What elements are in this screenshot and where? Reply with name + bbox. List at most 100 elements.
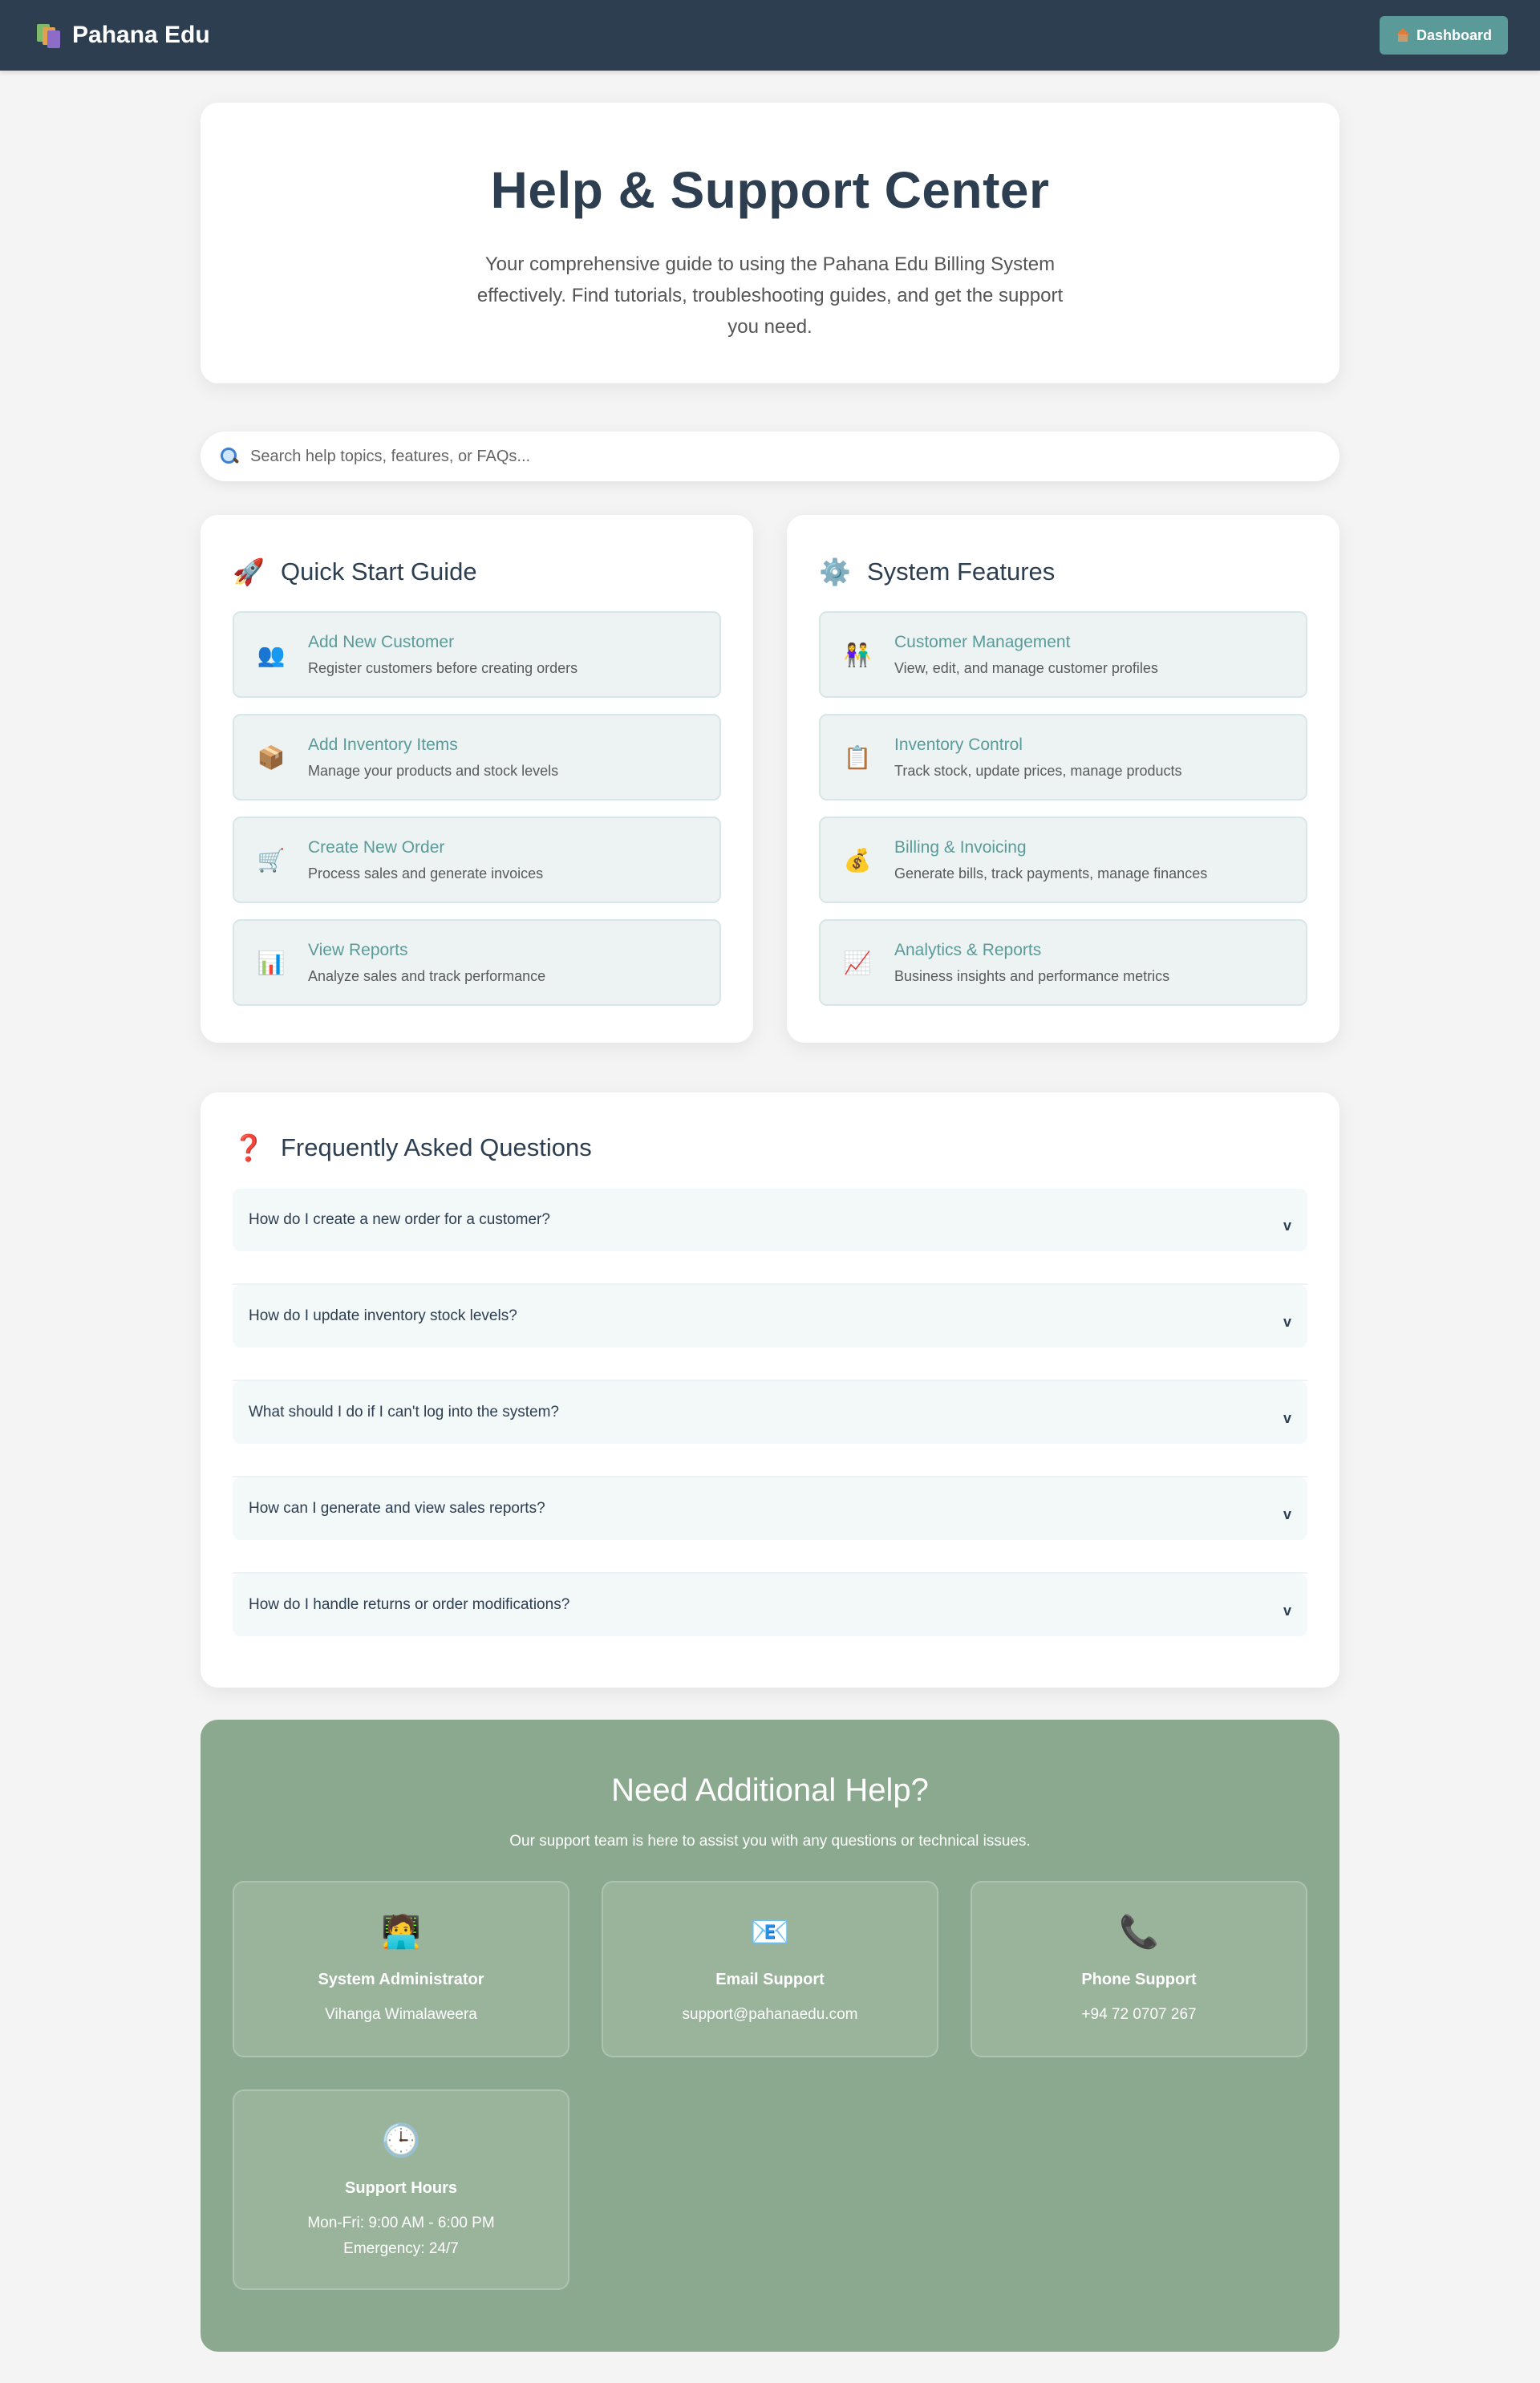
quick-start-panel: 🚀 Quick Start Guide 👥 Add New Customer R… — [201, 515, 753, 1043]
contact-value: Vihanga Wimalaweera — [325, 2006, 477, 2023]
chevron-down-icon: v — [1283, 1506, 1291, 1522]
email-icon: 📧 — [750, 1915, 790, 1950]
faq-question-toggle[interactable]: How can I generate and view sales report… — [233, 1477, 1307, 1540]
feature-item-desc: Business insights and performance metric… — [894, 967, 1170, 984]
additional-help-section: Need Additional Help? Our support team i… — [201, 1720, 1339, 2352]
guide-item-desc: Analyze sales and track performance — [308, 967, 546, 984]
guide-item-title: View Reports — [308, 940, 408, 959]
faq-item: How can I generate and view sales report… — [233, 1477, 1307, 1574]
contact-title: Support Hours — [345, 2179, 457, 2197]
page-subtitle: Your comprehensive guide to using the Pa… — [476, 253, 1064, 338]
contact-card-phone[interactable]: 📞 Phone Support +94 72 0707 267 — [971, 1881, 1307, 2057]
brand[interactable]: Pahana Edu — [35, 22, 210, 49]
question-icon: ❓ — [233, 1133, 265, 1162]
contact-card-hours: 🕒 Support Hours Mon-Fri: 9:00 AM - 6:00 … — [233, 2089, 569, 2290]
faq-question-toggle[interactable]: How do I create a new order for a custom… — [233, 1189, 1307, 1251]
guide-item-title: Add New Customer — [308, 632, 455, 651]
contact-phone[interactable]: +94 72 0707 267 — [972, 2002, 1306, 2028]
faq-question-toggle[interactable]: How do I update inventory stock levels? … — [233, 1285, 1307, 1348]
feature-item-desc: Track stock, update prices, manage produ… — [894, 762, 1182, 779]
people-icon: 👫 — [843, 642, 872, 667]
trend-chart-icon: 📈 — [843, 950, 872, 975]
search-input[interactable] — [250, 447, 1339, 466]
faq-question: How can I generate and view sales report… — [249, 1500, 545, 1517]
hero-card: Help & Support Center Your comprehensive… — [201, 103, 1339, 383]
chevron-down-icon: v — [1283, 1602, 1291, 1619]
phone-icon: 📞 — [1119, 1915, 1159, 1950]
search-bar[interactable] — [201, 432, 1339, 481]
rocket-icon: 🚀 — [233, 557, 265, 586]
quick-start-header: 🚀 Quick Start Guide — [233, 557, 721, 587]
brand-name: Pahana Edu — [72, 22, 210, 48]
guide-item-desc: Manage your products and stock levels — [308, 762, 559, 779]
faq-question: What should I do if I can't log into the… — [249, 1404, 559, 1420]
feature-item-title: Inventory Control — [894, 735, 1023, 754]
faq-question: How do I update inventory stock levels? — [249, 1307, 517, 1324]
feature-item-title: Analytics & Reports — [894, 940, 1042, 959]
contact-card-admin: 🧑‍💻 System Administrator Vihanga Wimalaw… — [233, 1881, 569, 2057]
dashboard-label: Dashboard — [1416, 26, 1492, 43]
faq-question: How do I handle returns or order modific… — [249, 1596, 570, 1613]
faq-question: How do I create a new order for a custom… — [249, 1211, 550, 1228]
guide-item-desc: Register customers before creating order… — [308, 659, 578, 676]
contact-card-email[interactable]: 📧 Email Support support@pahanaedu.com — [602, 1881, 938, 2057]
feature-item-desc: Generate bills, track payments, manage f… — [894, 865, 1208, 881]
clipboard-icon: 📋 — [843, 744, 872, 770]
house-icon — [1396, 28, 1410, 43]
feature-item-billing[interactable]: 💰 Billing & Invoicing Generate bills, tr… — [819, 817, 1307, 903]
faq-question-toggle[interactable]: How do I handle returns or order modific… — [233, 1574, 1307, 1636]
chevron-down-icon: v — [1283, 1409, 1291, 1426]
support-hours-weekday: Mon-Fri: 9:00 AM - 6:00 PM — [307, 2215, 495, 2231]
faq-question-toggle[interactable]: What should I do if I can't log into the… — [233, 1381, 1307, 1444]
search-icon — [220, 447, 239, 466]
system-features-panel: ⚙️ System Features 👫 Customer Management… — [787, 515, 1339, 1043]
quick-start-title: Quick Start Guide — [281, 557, 477, 586]
faq-item: What should I do if I can't log into the… — [233, 1381, 1307, 1477]
page-title: Help & Support Center — [490, 161, 1050, 219]
feature-item-title: Billing & Invoicing — [894, 837, 1027, 857]
faq-item: How do I update inventory stock levels? … — [233, 1285, 1307, 1381]
contact-email[interactable]: support@pahanaedu.com — [603, 2002, 937, 2028]
main-container: Help & Support Center Your comprehensive… — [201, 103, 1339, 2352]
dashboard-button[interactable]: Dashboard — [1379, 16, 1508, 55]
guide-item-title: Create New Order — [308, 837, 445, 857]
feature-item-inventory-control[interactable]: 📋 Inventory Control Track stock, update … — [819, 714, 1307, 800]
contact-title: Email Support — [715, 1971, 825, 1988]
support-hours-emergency: Emergency: 24/7 — [343, 2240, 459, 2257]
cart-icon: 🛒 — [257, 847, 286, 873]
features-header: ⚙️ System Features — [819, 557, 1307, 587]
faq-item: How do I handle returns or order modific… — [233, 1574, 1307, 1670]
chevron-down-icon: v — [1283, 1313, 1291, 1330]
help-title: Need Additional Help? — [611, 1773, 929, 1808]
contact-title: Phone Support — [1081, 1971, 1197, 1988]
guide-item-add-customer[interactable]: 👥 Add New Customer Register customers be… — [233, 611, 721, 698]
feature-item-desc: View, edit, and manage customer profiles — [894, 659, 1158, 676]
money-bag-icon: 💰 — [843, 847, 872, 873]
chevron-down-icon: v — [1283, 1217, 1291, 1234]
guide-item-create-order[interactable]: 🛒 Create New Order Process sales and gen… — [233, 817, 721, 903]
package-icon: 📦 — [257, 744, 286, 770]
help-subtitle: Our support team is here to assist you w… — [509, 1833, 1031, 1850]
bar-chart-icon: 📊 — [257, 950, 286, 975]
gear-icon: ⚙️ — [819, 557, 851, 586]
users-icon: 👥 — [257, 642, 286, 667]
top-navbar: Pahana Edu Dashboard — [0, 0, 1540, 71]
guides-row: 🚀 Quick Start Guide 👥 Add New Customer R… — [201, 515, 1339, 1043]
faq-panel: ❓ Frequently Asked Questions How do I cr… — [201, 1092, 1339, 1688]
contact-grid: 🧑‍💻 System Administrator Vihanga Wimalaw… — [233, 1881, 1307, 2290]
technologist-icon: 🧑‍💻 — [381, 1915, 421, 1950]
feature-item-customer-management[interactable]: 👫 Customer Management View, edit, and ma… — [819, 611, 1307, 698]
faq-item: How do I create a new order for a custom… — [233, 1189, 1307, 1285]
guide-item-desc: Process sales and generate invoices — [308, 865, 544, 881]
feature-item-title: Customer Management — [894, 632, 1071, 651]
contact-title: System Administrator — [318, 1971, 484, 1988]
guide-item-title: Add Inventory Items — [308, 735, 458, 754]
books-logo-icon — [35, 22, 61, 48]
faq-title: Frequently Asked Questions — [281, 1133, 592, 1161]
guide-item-view-reports[interactable]: 📊 View Reports Analyze sales and track p… — [233, 919, 721, 1006]
clock-icon: 🕒 — [381, 2123, 421, 2158]
faq-header: ❓ Frequently Asked Questions — [233, 1133, 1307, 1163]
feature-item-analytics[interactable]: 📈 Analytics & Reports Business insights … — [819, 919, 1307, 1006]
features-title: System Features — [867, 557, 1056, 586]
guide-item-add-inventory[interactable]: 📦 Add Inventory Items Manage your produc… — [233, 714, 721, 800]
